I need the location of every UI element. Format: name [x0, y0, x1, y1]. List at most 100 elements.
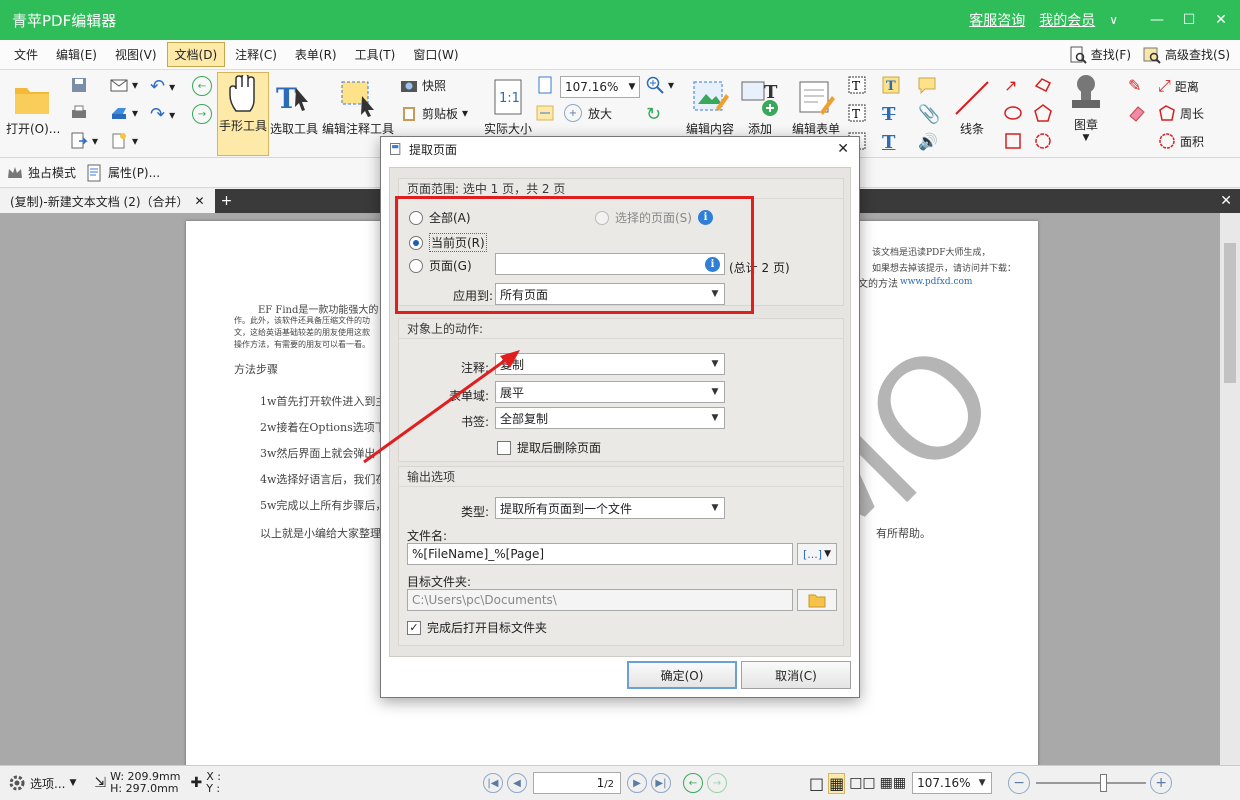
scan-button[interactable]: ▾	[110, 104, 138, 122]
prev-page-icon[interactable]: ◀	[506, 773, 527, 793]
service-link[interactable]: 客服咨询	[969, 10, 1025, 30]
email-button[interactable]: ▾	[110, 76, 138, 94]
info-icon[interactable]: i	[705, 256, 720, 272]
attach-button[interactable]: 📎	[918, 104, 940, 125]
dialog-close-icon[interactable]: ✕	[837, 141, 849, 157]
edit-annot-button[interactable]: 编辑注释工具	[322, 76, 394, 137]
radio-all-circle[interactable]	[409, 210, 423, 225]
add-button[interactable]: T 添加	[740, 76, 780, 137]
first-page-icon[interactable]: |◀	[482, 773, 503, 793]
form-text-button[interactable]: T	[848, 76, 866, 94]
vertical-scrollbar[interactable]	[1220, 213, 1240, 765]
scrollbar-thumb[interactable]	[1224, 243, 1236, 383]
edit-content-button[interactable]: 编辑内容	[686, 76, 734, 137]
radio-all[interactable]: 全部(A)	[409, 209, 471, 226]
info-icon[interactable]: i	[697, 210, 713, 225]
fit-page-button[interactable]	[536, 76, 554, 94]
new-tab-icon[interactable]: +	[221, 193, 233, 209]
undo-button[interactable]: ↶ ▾	[150, 76, 175, 97]
radio-current-page[interactable]: 当前页(R)	[409, 233, 487, 252]
minimize-icon[interactable]: —	[1144, 7, 1170, 33]
actual-size-button[interactable]: 1:1 实际大小	[484, 76, 532, 137]
clipboard-button[interactable]: 剪贴板 ▾	[400, 104, 468, 122]
last-page-icon[interactable]: ▶|	[650, 773, 671, 793]
annot-select[interactable]: 复制 ▼	[495, 353, 725, 375]
ellipse-button[interactable]	[1004, 104, 1022, 122]
back-button[interactable]: ←	[190, 76, 214, 96]
delete-after-box[interactable]	[497, 440, 511, 455]
cancel-button[interactable]: 取消(C)	[741, 661, 851, 689]
redo-button[interactable]: ↷ ▾	[150, 104, 175, 125]
filename-input[interactable]: %[FileName]_%[Page]	[407, 543, 793, 565]
snapshot-button[interactable]: 快照	[400, 76, 446, 94]
target-folder-input[interactable]: C:\Users\pc\Documents\	[407, 589, 793, 611]
menu-edit[interactable]: 编辑(E)	[48, 42, 105, 67]
distance-button[interactable]: ⤢ 距离	[1158, 76, 1199, 96]
maximize-icon[interactable]: ☐	[1176, 7, 1202, 33]
header-link[interactable]: www.pdfxd.com	[900, 277, 972, 287]
zoom-out-icon[interactable]: −	[1008, 772, 1031, 794]
zoom-tool-button[interactable]: ▾	[646, 76, 674, 94]
zoom-in-icon[interactable]: +	[1150, 772, 1173, 794]
member-link[interactable]: 我的会员	[1039, 10, 1095, 30]
menu-tools[interactable]: 工具(T)	[347, 42, 404, 67]
form-field-select[interactable]: 展平 ▼	[495, 381, 725, 403]
menu-window[interactable]: 窗口(W)	[405, 42, 466, 67]
close-icon[interactable]: ✕	[1208, 7, 1234, 33]
properties-button[interactable]: 属性(P)...	[86, 164, 160, 182]
ok-button[interactable]: 确定(O)	[627, 661, 737, 689]
typewriter-button[interactable]: T	[882, 76, 900, 94]
fit-width-button[interactable]	[536, 104, 554, 122]
apply-to-select[interactable]: 所有页面 ▼	[495, 283, 725, 305]
hand-tool-button[interactable]: 手形工具	[217, 72, 269, 156]
menu-file[interactable]: 文件	[6, 42, 46, 67]
tab-close-icon[interactable]: ✕	[195, 194, 205, 208]
delete-after-checkbox[interactable]: 提取后删除页面	[497, 439, 601, 456]
rotate-button[interactable]: ↻	[646, 104, 661, 125]
advanced-find-button[interactable]: 高级查找(S)	[1143, 46, 1230, 64]
polyline-button[interactable]	[1034, 76, 1052, 94]
next-page-icon[interactable]: ▶	[626, 773, 647, 793]
options-button[interactable]: 选项... ▼	[8, 774, 76, 792]
output-type-select[interactable]: 提取所有页面到一个文件 ▼	[495, 497, 725, 519]
radio-current-circle[interactable]	[409, 235, 423, 250]
form-field-button[interactable]: T	[848, 104, 866, 122]
edit-form-button[interactable]: 编辑表单	[792, 76, 840, 137]
close-all-icon[interactable]: ✕	[1220, 193, 1232, 209]
find-button[interactable]: 查找(F)	[1069, 46, 1131, 64]
forward-button[interactable]: →	[190, 104, 214, 124]
page-number-input[interactable]: 1/2	[532, 772, 621, 794]
menu-view[interactable]: 视图(V)	[107, 42, 165, 67]
sound-button[interactable]: 🔊	[918, 132, 938, 151]
area-button[interactable]: 面积	[1158, 132, 1204, 150]
polygon-button[interactable]	[1034, 104, 1052, 122]
eraser-button[interactable]	[1128, 104, 1146, 122]
menu-comment[interactable]: 注释(C)	[227, 42, 285, 67]
lines-button[interactable]: 线条	[952, 76, 992, 137]
continuous-page-icon[interactable]: ▦	[828, 772, 846, 794]
facing-page-icon[interactable]: □□	[849, 775, 875, 791]
open-folder-box[interactable]: ✓	[407, 620, 421, 635]
history-back-icon[interactable]: ←	[682, 773, 703, 793]
exclusive-mode-button[interactable]: 独占模式	[6, 164, 76, 182]
open-button[interactable]: 打开(O)...	[6, 76, 60, 137]
history-forward-icon[interactable]: →	[706, 773, 727, 793]
export-button[interactable]: ▾	[70, 132, 98, 150]
single-page-icon[interactable]: □	[809, 774, 824, 793]
underline-button[interactable]: T	[882, 132, 895, 153]
zoom-select[interactable]: 107.16% ▼	[560, 76, 640, 98]
menu-form[interactable]: 表单(R)	[287, 42, 345, 67]
new-doc-button[interactable]: ▾	[110, 132, 138, 150]
open-folder-checkbox[interactable]: ✓ 完成后打开目标文件夹	[407, 619, 547, 636]
print-button[interactable]	[70, 104, 88, 122]
filename-macro-button[interactable]: [...] ▼	[797, 543, 837, 565]
continuous-facing-icon[interactable]: ▦▦	[880, 775, 906, 791]
menu-document[interactable]: 文档(D)	[166, 42, 226, 67]
bookmark-select[interactable]: 全部复制 ▼	[495, 407, 725, 429]
strikeout-button[interactable]: T	[882, 104, 895, 125]
status-zoom-select[interactable]: 107.16% ▼	[912, 772, 993, 794]
arrow-shape-button[interactable]: ↗	[1004, 76, 1017, 95]
save-button[interactable]	[70, 76, 88, 94]
zoom-in-button[interactable]: + 放大	[562, 104, 612, 122]
rectangle-button[interactable]	[1004, 132, 1022, 150]
